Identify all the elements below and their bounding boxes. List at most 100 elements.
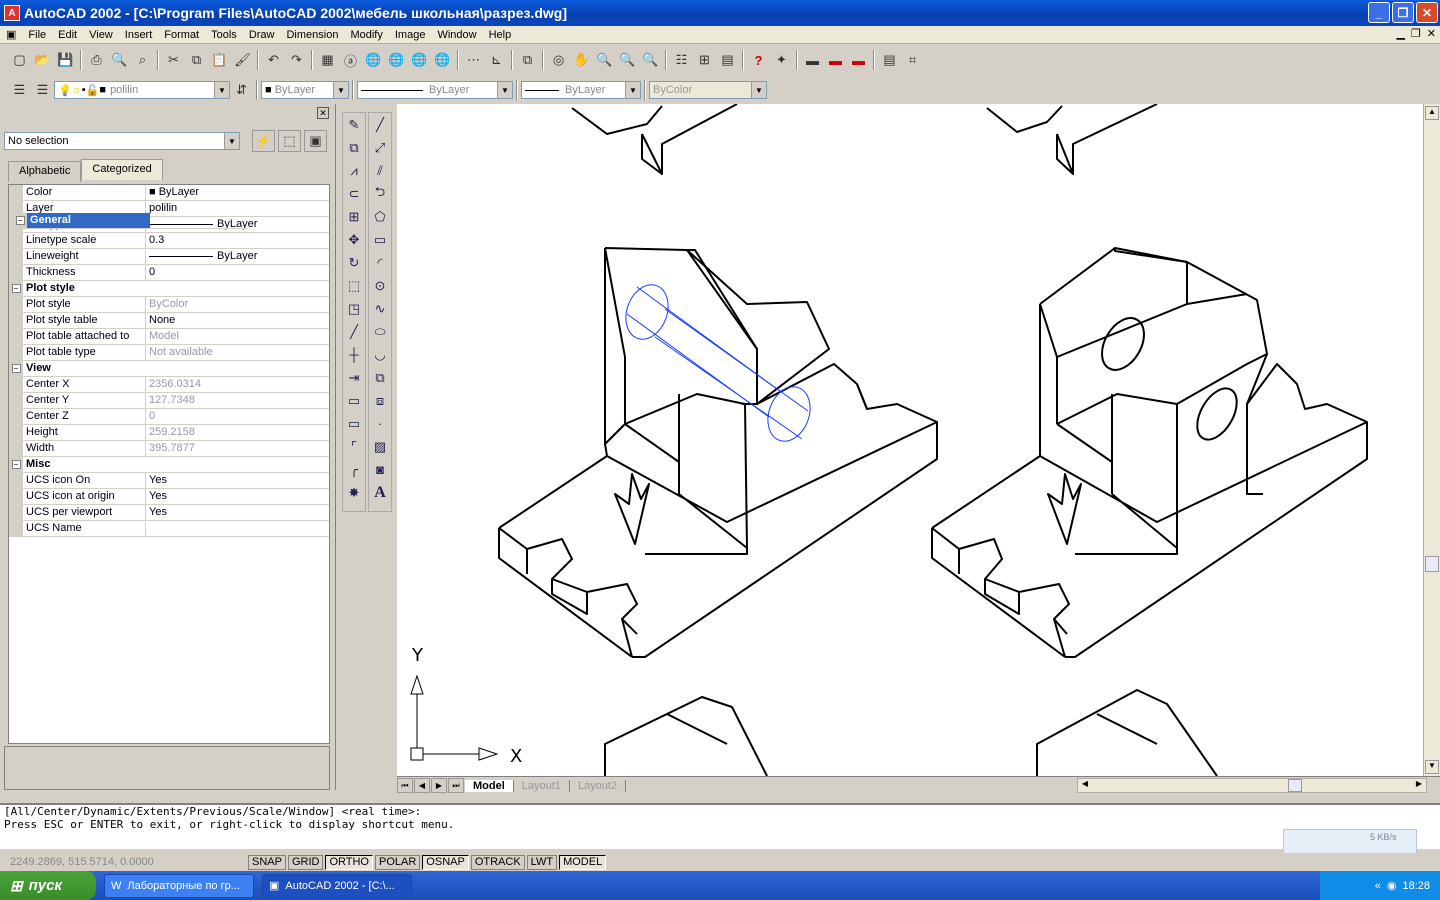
new-icon[interactable]: ▢ xyxy=(8,49,31,71)
first-tab-icon[interactable]: ⏮ xyxy=(397,778,413,793)
menu-window[interactable]: Window xyxy=(431,26,482,44)
dim-aligned-icon[interactable]: ▬ xyxy=(824,49,847,71)
explode-icon[interactable]: ✸ xyxy=(343,481,365,504)
menu-draw[interactable]: Draw xyxy=(243,26,281,44)
tracking-icon[interactable]: ⋯ xyxy=(462,49,485,71)
property-value[interactable]: ByColor xyxy=(146,297,329,312)
property-row[interactable]: UCS Name xyxy=(9,521,329,537)
collapse-icon[interactable]: − xyxy=(13,213,27,228)
undo-icon[interactable]: ↶ xyxy=(262,49,285,71)
tab-layout2[interactable]: Layout2 xyxy=(570,779,627,792)
close-button[interactable]: ✕ xyxy=(1416,2,1438,23)
layer-previous-icon[interactable]: ☰ xyxy=(31,79,54,101)
property-value[interactable]: Yes xyxy=(146,489,329,504)
property-row[interactable]: Color ■ ByLayer xyxy=(9,185,329,201)
offset-icon[interactable]: ⊂ xyxy=(343,182,365,205)
menu-dimension[interactable]: Dimension xyxy=(280,26,344,44)
quick-select-icon[interactable]: ⚡ xyxy=(252,130,275,152)
scroll-up-icon[interactable]: ▲ xyxy=(1425,106,1439,120)
scale-icon[interactable]: ⬚ xyxy=(343,274,365,297)
tab-model[interactable]: Model xyxy=(465,779,514,792)
polyline-icon[interactable]: ⮌ xyxy=(369,182,391,205)
dim-style-icon[interactable]: ⌗ xyxy=(901,49,924,71)
chevron-down-icon[interactable]: ▼ xyxy=(224,133,239,149)
prev-tab-icon[interactable]: ◀ xyxy=(414,778,430,793)
property-row[interactable]: UCS icon at origin Yes xyxy=(9,489,329,505)
menu-file[interactable]: File xyxy=(22,26,52,44)
point-icon[interactable]: · xyxy=(369,412,391,435)
scroll-thumb[interactable] xyxy=(1425,556,1439,572)
layer-combo[interactable]: 💡 ☼ ▪ 🔓 ■ polilin ▼ xyxy=(54,81,230,99)
scroll-down-icon[interactable]: ▼ xyxy=(1425,760,1439,774)
dim-baseline-icon[interactable]: ▬ xyxy=(847,49,870,71)
publish-icon[interactable]: 🌐 xyxy=(408,49,431,71)
extend-icon[interactable]: ⇥ xyxy=(343,366,365,389)
chevron-down-icon[interactable]: ▼ xyxy=(497,82,512,98)
plotstyle-combo[interactable]: ByColor ▼ xyxy=(649,81,767,99)
match-properties-icon[interactable]: 🖌 xyxy=(231,49,254,71)
autocad-app-icon[interactable]: A xyxy=(4,5,20,21)
chevron-down-icon[interactable]: ▼ xyxy=(751,82,766,98)
start-button[interactable]: ⊞ пуск xyxy=(0,871,96,900)
break-icon[interactable]: ▭ xyxy=(343,389,365,412)
print-preview-icon[interactable]: 🔍 xyxy=(108,49,131,71)
property-category[interactable]: − General xyxy=(13,213,249,229)
mirror-icon[interactable]: ⩘ xyxy=(343,159,365,182)
menu-insert[interactable]: Insert xyxy=(119,26,159,44)
taskbar-item-autocad[interactable]: ▣ AutoCAD 2002 - [C:\... xyxy=(262,873,412,898)
chamfer-icon[interactable]: ⌜ xyxy=(343,435,365,458)
property-category[interactable]: − Plot style xyxy=(9,281,329,297)
circle-icon[interactable]: ⊙ xyxy=(369,274,391,297)
dbconnect-icon[interactable]: ▤ xyxy=(716,49,739,71)
cut-icon[interactable]: ✂ xyxy=(162,49,185,71)
multiline-text-icon[interactable]: A xyxy=(369,481,391,504)
menu-format[interactable]: Format xyxy=(158,26,205,44)
zoom-previous-icon[interactable]: 🔍 xyxy=(639,49,662,71)
help-icon[interactable]: ? xyxy=(747,49,770,71)
property-value[interactable]: 259.2158 xyxy=(146,425,329,440)
otrack-toggle[interactable]: OTRACK xyxy=(470,854,525,870)
copy-icon[interactable]: ⧉ xyxy=(185,49,208,71)
paste-icon[interactable]: 📋 xyxy=(208,49,231,71)
zoom-window-icon[interactable]: 🔍 xyxy=(616,49,639,71)
doc-minimize-icon[interactable]: ▁ xyxy=(1396,27,1404,40)
next-tab-icon[interactable]: ▶ xyxy=(431,778,447,793)
property-category[interactable]: − Misc xyxy=(9,457,329,473)
property-value[interactable]: 395.7877 xyxy=(146,441,329,456)
command-window[interactable]: [All/Center/Dynamic/Extents/Previous/Sca… xyxy=(0,803,1440,849)
move-icon[interactable]: ✥ xyxy=(343,228,365,251)
doc-restore-icon[interactable]: ❐ xyxy=(1411,27,1421,40)
grid-toggle[interactable]: GRID xyxy=(287,854,324,870)
property-row[interactable]: UCS icon On Yes xyxy=(9,473,329,489)
osnap-toggle[interactable]: OSNAP xyxy=(422,854,469,870)
property-value[interactable]: ByLayer xyxy=(146,249,329,264)
polygon-icon[interactable]: ⬠ xyxy=(369,205,391,228)
property-row[interactable]: UCS per viewport Yes xyxy=(9,505,329,521)
color-combo[interactable]: ■ ByLayer ▼ xyxy=(261,81,349,99)
lineweight-combo[interactable]: ByLayer ▼ xyxy=(521,81,641,99)
menu-tools[interactable]: Tools xyxy=(205,26,243,44)
property-row[interactable]: Width 395.7877 xyxy=(9,441,329,457)
copy-object-icon[interactable]: ⧉ xyxy=(343,136,365,159)
hatch-icon[interactable]: ▨ xyxy=(369,435,391,458)
web-icon[interactable]: 🌐 xyxy=(385,49,408,71)
collapse-icon[interactable]: − xyxy=(9,457,23,472)
open-icon[interactable]: 📂 xyxy=(31,49,54,71)
doc-close-icon[interactable]: ✕ xyxy=(1427,27,1436,40)
text-style-icon[interactable]: ▤ xyxy=(878,49,901,71)
tray-expand-icon[interactable]: « xyxy=(1375,880,1381,892)
ellipse-icon[interactable]: ⬭ xyxy=(369,320,391,343)
property-value[interactable]: Yes xyxy=(146,505,329,520)
break-at-point-icon[interactable]: ▭ xyxy=(343,412,365,435)
design-center2-icon[interactable]: ⊞ xyxy=(693,49,716,71)
arc-icon[interactable]: ◜ xyxy=(369,251,391,274)
property-row[interactable]: Plot table attached to Model xyxy=(9,329,329,345)
property-row[interactable]: Thickness 0 xyxy=(9,265,329,281)
zoom-realtime-icon[interactable]: 🔍 xyxy=(593,49,616,71)
property-row[interactable]: Plot style table None xyxy=(9,313,329,329)
browser-tray-icon[interactable]: ◉ xyxy=(1387,879,1397,892)
redo-icon[interactable]: ↷ xyxy=(285,49,308,71)
property-value[interactable]: ■ ByLayer xyxy=(146,185,329,200)
autocad-today-icon[interactable]: ⓐ xyxy=(339,49,362,71)
array-icon[interactable]: ⊞ xyxy=(343,205,365,228)
